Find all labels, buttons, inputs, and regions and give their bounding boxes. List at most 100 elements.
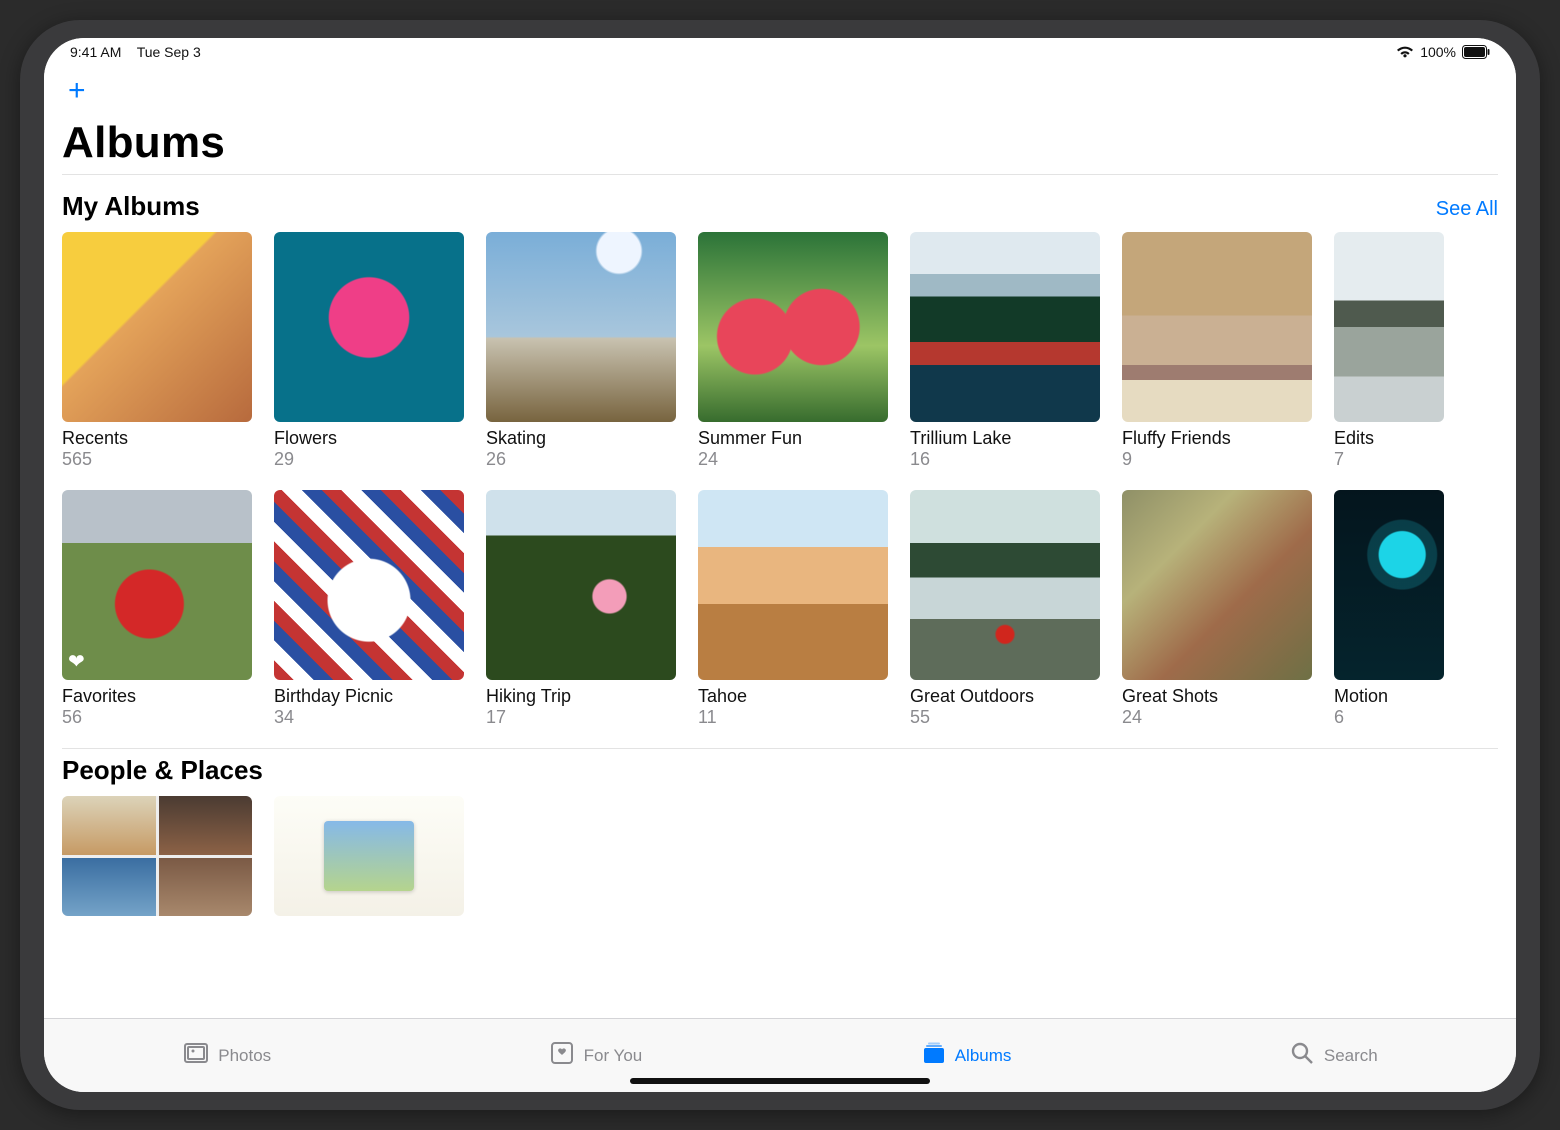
heart-icon: ❤︎ [68,649,85,674]
album-thumb [1334,232,1444,422]
album-count: 9 [1122,449,1312,470]
section-header-my-albums: My Albums See All [62,191,1498,222]
person-thumb [62,796,156,855]
album-name: Great Shots [1122,686,1312,707]
status-left: 9:41 AM Tue Sep 3 [70,44,201,60]
album-row-2[interactable]: ❤︎ Favorites 56 Birthday Picnic 34 Hikin… [62,490,1498,728]
album-thumb [1334,490,1444,680]
album-trillium-lake[interactable]: Trillium Lake 16 [910,232,1100,470]
album-thumb [910,490,1100,680]
tab-label: Photos [218,1046,271,1066]
album-edits[interactable]: Edits 7 [1334,232,1444,470]
content-scroll[interactable]: My Albums See All Recents 565 Flowers 29… [44,185,1516,1018]
album-count: 56 [62,707,252,728]
album-thumb [274,490,464,680]
tab-for-you[interactable]: For You [548,1039,643,1072]
status-bar: 9:41 AM Tue Sep 3 100% [44,38,1516,66]
album-thumb [274,232,464,422]
album-summer-fun[interactable]: Summer Fun 24 [698,232,888,470]
album-motion[interactable]: Motion 6 [1334,490,1444,728]
person-thumb [62,858,156,917]
divider [62,748,1498,749]
map-photo-pin [324,821,414,891]
status-time: 9:41 AM [70,44,121,60]
album-name: Tahoe [698,686,888,707]
album-count: 34 [274,707,464,728]
album-count: 565 [62,449,252,470]
album-count: 24 [1122,707,1312,728]
album-thumb [1122,232,1312,422]
for-you-icon [548,1039,576,1072]
album-birthday-picnic[interactable]: Birthday Picnic 34 [274,490,464,728]
section-header-people-places: People & Places [62,755,1498,786]
album-people[interactable] [62,796,252,916]
status-right: 100% [1396,44,1490,60]
device-frame: 9:41 AM Tue Sep 3 100% + Albums My Al [20,20,1540,1110]
albums-icon [919,1039,947,1072]
battery-icon [1462,45,1490,59]
album-count: 29 [274,449,464,470]
album-thumb [486,490,676,680]
album-tahoe[interactable]: Tahoe 11 [698,490,888,728]
album-name: Edits [1334,428,1444,449]
tab-photos[interactable]: Photos [182,1039,271,1072]
album-name: Fluffy Friends [1122,428,1312,449]
section-title: My Albums [62,191,200,222]
album-count: 11 [698,707,888,728]
wifi-icon [1396,45,1414,59]
album-great-shots[interactable]: Great Shots 24 [1122,490,1312,728]
album-places[interactable] [274,796,464,916]
tab-label: Search [1324,1046,1378,1066]
album-thumb: ❤︎ [62,490,252,680]
screen: 9:41 AM Tue Sep 3 100% + Albums My Al [44,38,1516,1092]
album-name: Motion [1334,686,1444,707]
photos-icon [182,1039,210,1072]
people-grid [62,796,252,916]
album-thumb [486,232,676,422]
album-thumb [698,232,888,422]
home-indicator[interactable] [630,1078,930,1084]
album-name: Skating [486,428,676,449]
album-name: Birthday Picnic [274,686,464,707]
album-row-1[interactable]: Recents 565 Flowers 29 Skating 26 Summer… [62,232,1498,470]
add-album-button[interactable]: + [62,72,92,110]
album-count: 55 [910,707,1100,728]
album-name: Great Outdoors [910,686,1100,707]
album-name: Favorites [62,686,252,707]
album-name: Hiking Trip [486,686,676,707]
see-all-button[interactable]: See All [1436,198,1498,221]
album-name: Trillium Lake [910,428,1100,449]
album-count: 24 [698,449,888,470]
album-favorites[interactable]: ❤︎ Favorites 56 [62,490,252,728]
album-count: 7 [1334,449,1444,470]
tab-label: Albums [955,1046,1012,1066]
person-thumb [159,796,253,855]
album-name: Recents [62,428,252,449]
tab-label: For You [584,1046,643,1066]
section-title: People & Places [62,755,263,786]
album-thumb [1122,490,1312,680]
album-count: 16 [910,449,1100,470]
album-hiking-trip[interactable]: Hiking Trip 17 [486,490,676,728]
album-count: 17 [486,707,676,728]
album-great-outdoors[interactable]: Great Outdoors 55 [910,490,1100,728]
album-count: 6 [1334,707,1444,728]
search-icon [1288,1039,1316,1072]
people-places-row[interactable] [62,796,1498,916]
tab-search[interactable]: Search [1288,1039,1378,1072]
person-thumb [159,858,253,917]
album-flowers[interactable]: Flowers 29 [274,232,464,470]
album-thumb [698,490,888,680]
album-count: 26 [486,449,676,470]
battery-pct: 100% [1420,44,1456,60]
status-date: Tue Sep 3 [137,44,201,60]
divider [62,174,1498,175]
nav-bar: + Albums [44,66,1516,185]
album-thumb [910,232,1100,422]
album-name: Flowers [274,428,464,449]
album-skating[interactable]: Skating 26 [486,232,676,470]
album-recents[interactable]: Recents 565 [62,232,252,470]
album-thumb [62,232,252,422]
tab-albums[interactable]: Albums [919,1039,1012,1072]
album-fluffy-friends[interactable]: Fluffy Friends 9 [1122,232,1312,470]
